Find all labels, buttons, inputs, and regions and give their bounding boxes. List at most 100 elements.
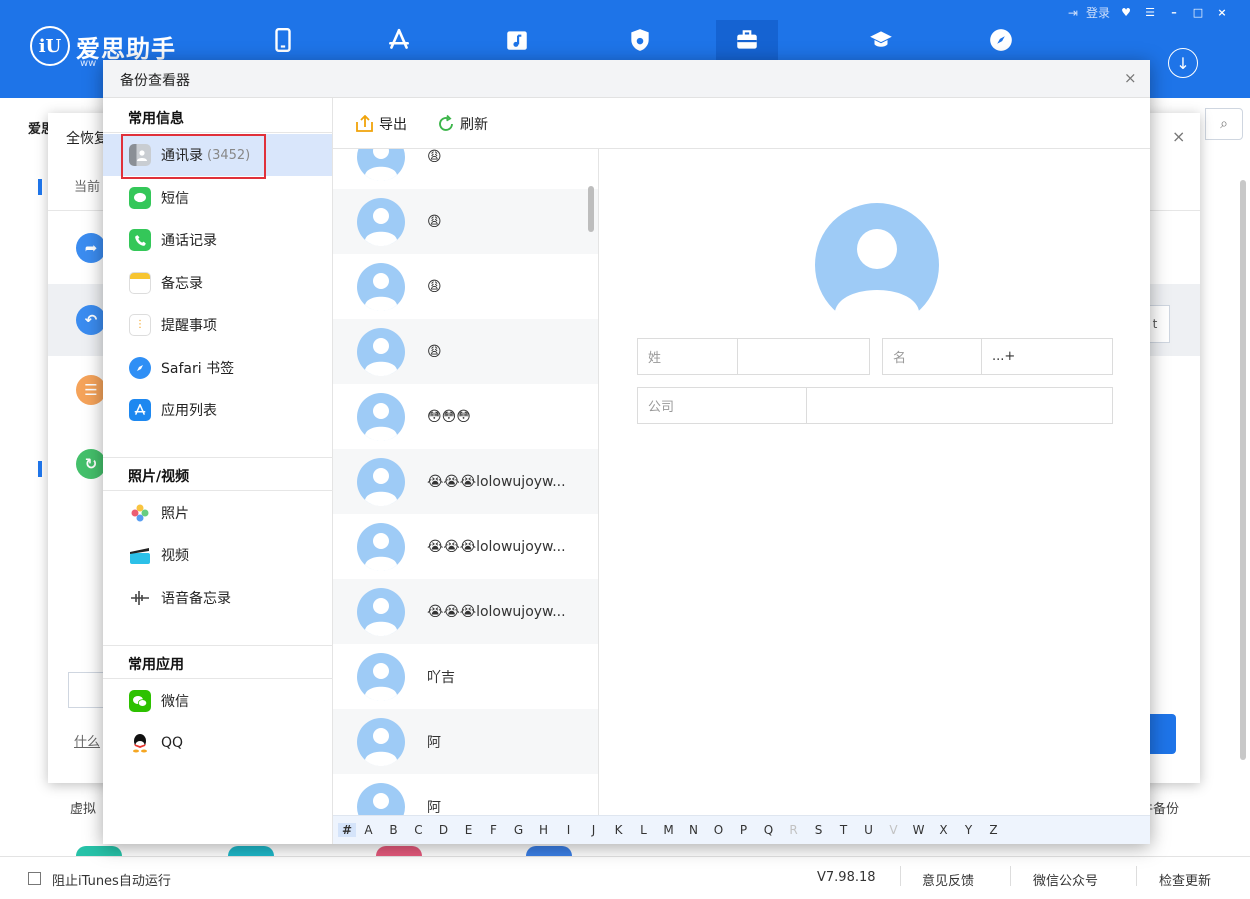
appstore-icon [129, 399, 151, 421]
alphabet-letter[interactable]: B [381, 823, 406, 837]
contact-row[interactable]: 😳😳😳 [333, 384, 598, 449]
check-update-link[interactable]: 检查更新 [1159, 870, 1211, 889]
alphabet-letter[interactable]: E [456, 823, 481, 837]
contact-row[interactable]: 😩 [333, 254, 598, 319]
alphabet-letter[interactable]: N [681, 823, 706, 837]
refresh-button[interactable]: 刷新 [436, 114, 488, 134]
minimize-button[interactable]: – [1166, 6, 1182, 20]
alphabet-letter[interactable]: C [406, 823, 431, 837]
sidebar-item-voice-memos[interactable]: 语音备忘录 [103, 577, 332, 619]
itunes-autorun-checkbox[interactable] [28, 872, 41, 885]
contact-row[interactable]: 😩 [333, 149, 598, 189]
last-name-field[interactable] [737, 338, 870, 375]
sidebar-item-messages[interactable]: 短信 [103, 177, 332, 219]
sidebar-item-safari[interactable]: Safari 书签 [103, 347, 332, 389]
sidebar-item-videos[interactable]: 视频 [103, 534, 332, 576]
sidebar-item-label: 短信 [161, 191, 189, 207]
separator [1010, 866, 1011, 886]
maximize-button[interactable]: □ [1190, 6, 1206, 20]
sidebar-item-label: 应用列表 [161, 403, 217, 419]
restore-help-link[interactable]: 什么 [74, 731, 100, 750]
contact-avatar-icon [357, 587, 405, 636]
contact-row[interactable]: 阿 [333, 709, 598, 774]
window-controls: ⇥ 登录 ♥ ☰ – □ × [1068, 4, 1230, 21]
contact-row[interactable]: 阿 [333, 774, 598, 815]
contact-avatar-icon [357, 327, 405, 376]
alphabet-letter[interactable]: D [431, 823, 456, 837]
contact-row[interactable]: 😭😭😭lolowujoyw... [333, 449, 598, 514]
wechat-official-link[interactable]: 微信公众号 [1033, 870, 1098, 889]
alphabet-letter[interactable]: V [881, 823, 906, 837]
alphabet-letter[interactable]: G [506, 823, 531, 837]
nav-discover[interactable] [970, 20, 1032, 60]
alphabet-letter[interactable]: L [631, 823, 656, 837]
last-name-label: 姓 [637, 338, 738, 375]
sidebar-item-qq[interactable]: QQ [103, 722, 332, 764]
sidebar-item-reminders[interactable]: ⋮ 提醒事项 [103, 304, 332, 346]
feedback-link[interactable]: 意见反馈 [922, 870, 974, 889]
sidebar-item-app-list[interactable]: 应用列表 [103, 389, 332, 431]
close-window-button[interactable]: × [1214, 6, 1230, 20]
itunes-autorun-label[interactable]: 阻止iTunes自动运行 [52, 870, 171, 889]
restore-input[interactable] [68, 672, 108, 708]
nav-apps[interactable] [368, 20, 430, 60]
contact-list-scrollbar[interactable] [588, 186, 594, 232]
alphabet-letter[interactable]: I [556, 823, 581, 837]
export-button[interactable]: 导出 [355, 114, 407, 134]
alphabet-letter[interactable]: H [531, 823, 556, 837]
alphabet-letter[interactable]: R [781, 823, 806, 837]
contact-row[interactable]: 😩 [333, 319, 598, 384]
sidebar-item-label: 照片 [161, 506, 189, 522]
alphabet-letter[interactable]: X [931, 823, 956, 837]
login-icon[interactable]: ⇥ [1068, 6, 1078, 20]
dialog-title: 备份查看器 [120, 73, 190, 89]
alphabet-letter[interactable]: O [706, 823, 731, 837]
contact-row[interactable]: 😭😭😭lolowujoyw... [333, 514, 598, 579]
alphabet-letter[interactable]: J [581, 823, 606, 837]
undo-icon: ↶ [76, 305, 106, 335]
shield-icon [631, 29, 649, 51]
restore-close-icon[interactable]: × [1172, 127, 1185, 146]
first-name-field[interactable]: ...+ [981, 338, 1113, 375]
menu-icon[interactable]: ☰ [1142, 6, 1158, 20]
login-link[interactable]: 登录 [1086, 4, 1110, 21]
sidebar-item-wechat[interactable]: 微信 [103, 680, 332, 722]
alphabet-letter[interactable]: Y [956, 823, 981, 837]
share-icon: ➦ [76, 233, 106, 263]
contact-avatar-icon [357, 149, 405, 181]
alphabet-letter[interactable]: M [656, 823, 681, 837]
alphabet-letter[interactable]: U [856, 823, 881, 837]
sidebar-item-notes[interactable]: 备忘录 [103, 262, 332, 304]
nav-flash[interactable] [609, 20, 671, 60]
nav-ringtones[interactable] [486, 20, 548, 60]
alphabet-letter[interactable]: F [481, 823, 506, 837]
skin-icon[interactable]: ♥ [1118, 6, 1134, 20]
company-field[interactable] [806, 387, 1113, 424]
contact-row[interactable]: 吖吉 [333, 644, 598, 709]
contact-row[interactable]: 😩 [333, 189, 598, 254]
download-manager-icon[interactable]: ↓ [1168, 48, 1198, 78]
alphabet-letter[interactable]: A [356, 823, 381, 837]
alphabet-letter[interactable]: P [731, 823, 756, 837]
nav-tutorials[interactable] [850, 20, 912, 60]
alphabet-letter[interactable]: Q [756, 823, 781, 837]
nav-device[interactable] [252, 20, 314, 60]
sidebar-item-label: 微信 [161, 694, 189, 710]
page-scrollbar[interactable] [1240, 180, 1246, 760]
alphabet-letter[interactable]: K [606, 823, 631, 837]
sidebar-item-call-history[interactable]: 通话记录 [103, 219, 332, 261]
search-icon[interactable]: ⌕ [1205, 108, 1243, 140]
app-store-icon [389, 28, 409, 49]
alphabet-letter[interactable]: S [806, 823, 831, 837]
alphabet-letter[interactable]: Z [981, 823, 1006, 837]
contact-row[interactable]: 😭😭😭lolowujoyw... [333, 579, 598, 644]
nav-toolbox[interactable] [716, 20, 778, 60]
alphabet-letter[interactable]: T [831, 823, 856, 837]
alphabet-letter[interactable]: W [906, 823, 931, 837]
contact-avatar-icon [357, 262, 405, 311]
contact-list[interactable]: 😩 😩 😩 😩 😳😳😳 😭😭😭lolowujoyw... 😭😭😭lolowujoyw... 😭… [333, 149, 599, 815]
sidebar-item-photos[interactable]: 照片 [103, 492, 332, 534]
alphabet-letter[interactable]: # [338, 823, 356, 837]
contact-avatar-icon [357, 652, 405, 701]
dialog-close-button[interactable]: × [1124, 69, 1137, 87]
